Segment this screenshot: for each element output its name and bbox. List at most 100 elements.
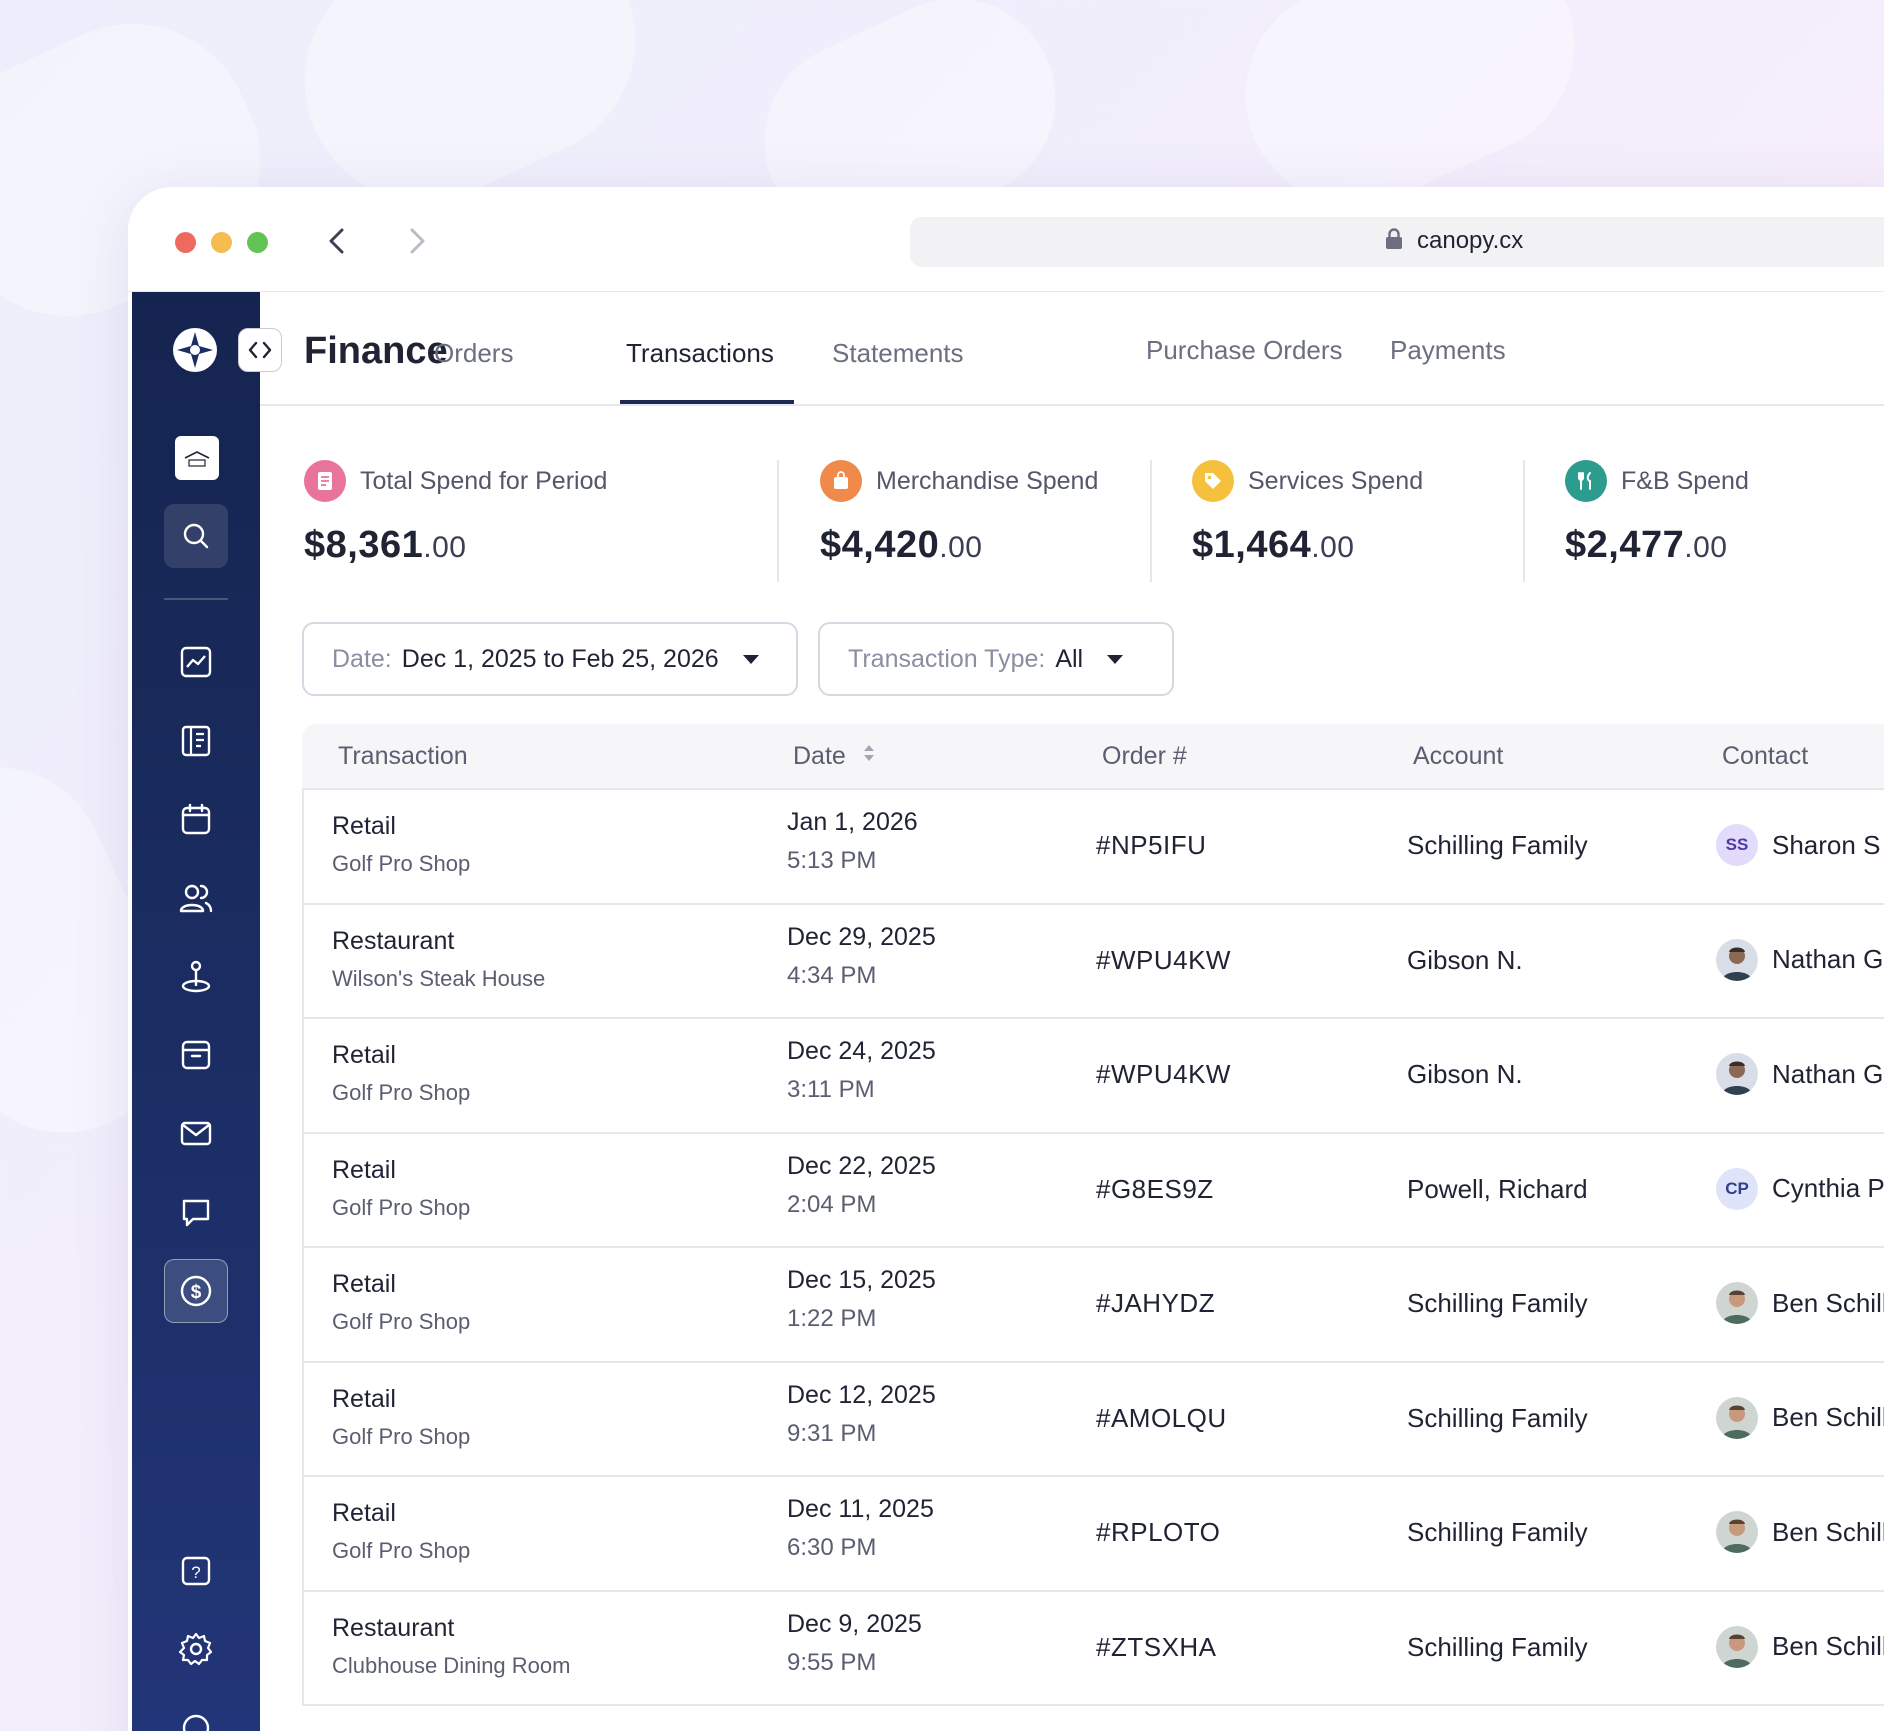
tab-purchase-orders[interactable]: Purchase Orders: [1146, 335, 1343, 366]
column-header-transaction[interactable]: Transaction: [338, 742, 468, 771]
mail-icon[interactable]: [164, 1101, 228, 1165]
column-header-account[interactable]: Account: [1413, 742, 1503, 771]
transaction-type: Retail: [332, 1499, 396, 1527]
account-link[interactable]: Gibson N.: [1407, 1059, 1523, 1090]
contact-cell[interactable]: Ben Schilling: [1716, 1625, 1884, 1668]
table-row[interactable]: Retail Golf Pro Shop Dec 15, 2025 1:22 PM …: [304, 1248, 1884, 1363]
account-link[interactable]: Schilling Family: [1407, 1403, 1588, 1434]
table-row[interactable]: Restaurant Wilson's Steak House Dec 29, 2…: [304, 905, 1884, 1019]
table-row[interactable]: Retail Golf Pro Shop Dec 24, 2025 3:11 PM …: [304, 1019, 1884, 1134]
back-arrow-icon[interactable]: [318, 221, 358, 261]
table-row[interactable]: Retail Golf Pro Shop Dec 22, 2025 2:04 PM …: [304, 1134, 1884, 1248]
stat-value: $8,361.00: [304, 524, 467, 566]
ledger-icon[interactable]: [164, 709, 228, 773]
dollar-icon[interactable]: $: [164, 1259, 228, 1323]
maximize-window-button[interactable]: [247, 232, 268, 253]
column-header-order[interactable]: Order #: [1102, 742, 1187, 771]
contact-cell[interactable]: Ben Schilling: [1716, 1282, 1884, 1324]
order-number-link[interactable]: #AMOLQU: [1096, 1403, 1227, 1434]
avatar: [1716, 1511, 1758, 1553]
order-number-link[interactable]: #ZTSXHA: [1096, 1632, 1217, 1663]
order-number-link[interactable]: #RPLOTO: [1096, 1517, 1220, 1548]
order-number-link[interactable]: #JAHYDZ: [1096, 1288, 1215, 1319]
date-filter-dropdown[interactable]: Date: Dec 1, 2025 to Feb 25, 2026: [302, 622, 798, 696]
users-icon[interactable]: [164, 866, 228, 930]
address-bar[interactable]: canopy.cx: [910, 217, 1884, 267]
order-number-link[interactable]: #NP5IFU: [1096, 830, 1206, 861]
stat-divider: [1523, 460, 1525, 582]
order-number-link[interactable]: #G8ES9Z: [1096, 1174, 1214, 1205]
main-content: Finance Orders Transactions Statements P…: [238, 292, 1884, 1731]
contact-cell[interactable]: Ben Schilling: [1716, 1396, 1884, 1439]
profile-icon[interactable]: [164, 1696, 228, 1731]
contact-cell[interactable]: SS Sharon S: [1716, 824, 1880, 866]
contact-cell[interactable]: Nathan G: [1716, 1053, 1883, 1095]
contact-name: Ben Schilling: [1772, 1402, 1884, 1432]
table-header: Transaction Date Order # Account Contact: [302, 724, 1884, 790]
search-icon[interactable]: [164, 504, 228, 568]
avatar: CP: [1716, 1167, 1758, 1210]
forward-arrow-icon[interactable]: [396, 221, 436, 261]
tab-orders[interactable]: Orders: [434, 338, 513, 369]
close-window-button[interactable]: [175, 232, 196, 253]
account-link[interactable]: Schilling Family: [1407, 1632, 1588, 1663]
filter-key: Transaction Type:: [848, 644, 1046, 673]
tab-transactions[interactable]: Transactions: [626, 338, 774, 369]
chevron-down-icon: [742, 654, 759, 664]
transaction-type-dropdown[interactable]: Transaction Type: All: [818, 622, 1174, 696]
minimize-window-button[interactable]: [211, 232, 232, 253]
account-link[interactable]: Gibson N.: [1407, 945, 1523, 976]
gear-icon[interactable]: [164, 1617, 228, 1681]
stat-value: $4,420.00: [820, 524, 983, 566]
archive-icon[interactable]: [164, 1023, 228, 1087]
table-row[interactable]: Retail Golf Pro Shop Jan 1, 2026 5:13 PM #…: [304, 790, 1884, 905]
transaction-location: Golf Pro Shop: [332, 1423, 471, 1449]
contact-cell[interactable]: Ben Schilling: [1716, 1511, 1884, 1553]
contact-cell[interactable]: CP Cynthia P: [1716, 1167, 1884, 1210]
url-text: canopy.cx: [1417, 227, 1524, 254]
avatar: [1716, 938, 1758, 981]
logo-icon[interactable]: [171, 326, 219, 374]
tab-payments[interactable]: Payments: [1390, 335, 1506, 366]
transaction-date: Jan 1, 2026: [787, 808, 918, 836]
table-row[interactable]: Restaurant Clubhouse Dining Room Dec 9, 2…: [304, 1592, 1884, 1706]
transaction-location: Golf Pro Shop: [332, 1538, 471, 1563]
account-link[interactable]: Powell, Richard: [1407, 1174, 1588, 1205]
filter-key: Date:: [332, 644, 392, 673]
account-link[interactable]: Schilling Family: [1407, 1288, 1588, 1319]
sidebar: $ ?: [132, 292, 260, 1731]
svg-text:$: $: [191, 1282, 202, 1303]
account-link[interactable]: Schilling Family: [1407, 830, 1588, 861]
contact-name: Cynthia P: [1772, 1173, 1884, 1203]
stat-fnb-spend: F&B Spend $2,477.00: [1565, 460, 1749, 567]
club-badge[interactable]: [175, 436, 219, 480]
transaction-date: Dec 29, 2025: [787, 922, 936, 951]
avatar: [1716, 1053, 1758, 1095]
transaction-time: 2:04 PM: [787, 1190, 877, 1218]
avatar: [1716, 1396, 1758, 1439]
transaction-time: 9:31 PM: [787, 1419, 877, 1447]
column-header-date[interactable]: Date: [793, 742, 876, 771]
table-row[interactable]: Retail Golf Pro Shop Dec 12, 2025 9:31 PM …: [304, 1363, 1884, 1477]
stat-label: Total Spend for Period: [360, 466, 608, 495]
chat-icon[interactable]: [164, 1180, 228, 1244]
stat-value: $1,464.00: [1192, 524, 1355, 566]
help-icon[interactable]: ?: [164, 1539, 228, 1603]
transaction-type: Retail: [332, 1270, 396, 1298]
calendar-icon[interactable]: [164, 787, 228, 851]
transaction-date: Dec 11, 2025: [787, 1495, 934, 1523]
order-number-link[interactable]: #WPU4KW: [1096, 1059, 1231, 1090]
contact-name: Ben Schilling: [1772, 1516, 1884, 1547]
sort-icon[interactable]: [862, 742, 876, 771]
table-row[interactable]: Retail Golf Pro Shop Dec 11, 2025 6:30 PM …: [304, 1477, 1884, 1592]
account-link[interactable]: Schilling Family: [1407, 1517, 1588, 1548]
tab-statements[interactable]: Statements: [832, 338, 964, 369]
avatar: [1716, 1625, 1758, 1668]
golf-pin-icon[interactable]: [164, 944, 228, 1008]
transaction-location: Wilson's Steak House: [332, 965, 546, 991]
transaction-time: 4:34 PM: [787, 961, 877, 989]
order-number-link[interactable]: #WPU4KW: [1096, 945, 1231, 976]
column-header-contact[interactable]: Contact: [1722, 742, 1808, 771]
contact-cell[interactable]: Nathan G: [1716, 938, 1883, 981]
chart-icon[interactable]: [164, 630, 228, 694]
